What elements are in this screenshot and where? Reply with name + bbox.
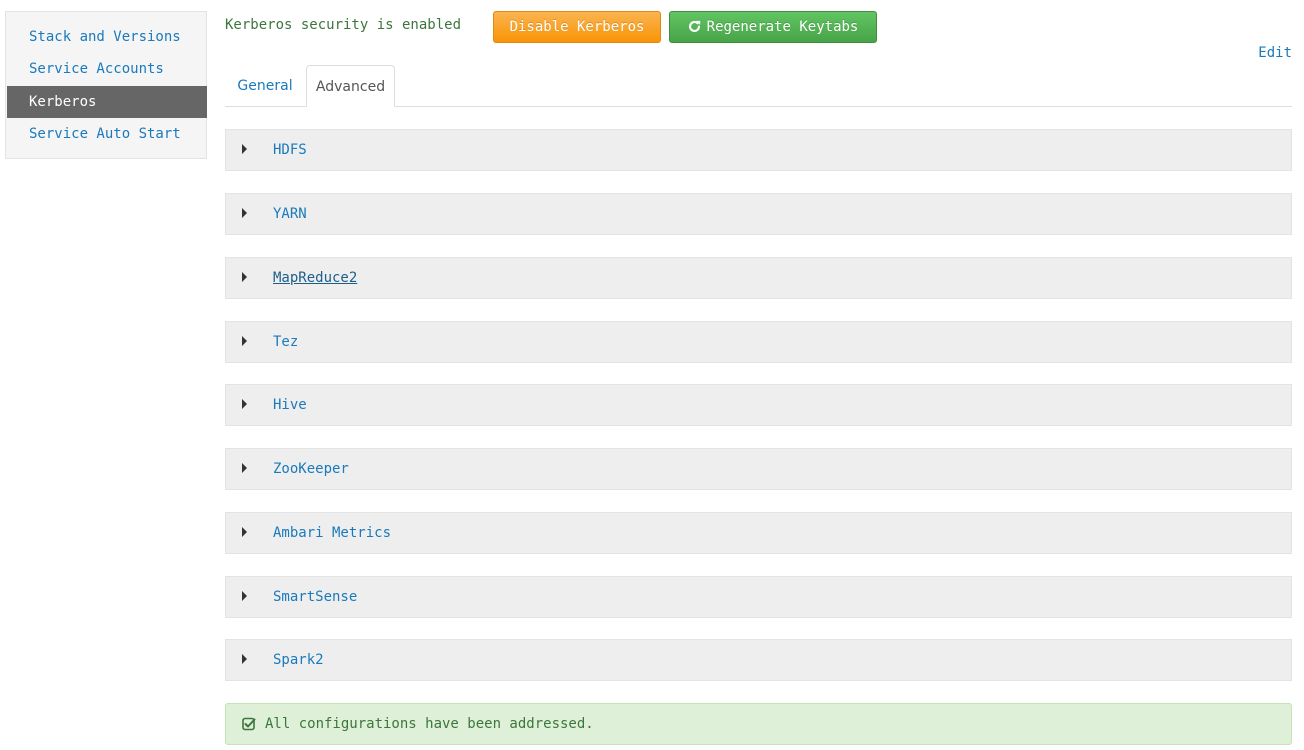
panel-label: Hive bbox=[273, 397, 307, 413]
panel-label: SmartSense bbox=[273, 589, 358, 605]
panel-label: HDFS bbox=[273, 142, 307, 158]
panel-label: Tez bbox=[273, 334, 299, 350]
panel-label: Spark2 bbox=[273, 652, 324, 668]
panel-zookeeper[interactable]: ZooKeeper bbox=[225, 448, 1292, 490]
caret-right-icon bbox=[242, 144, 247, 154]
caret-right-icon bbox=[242, 527, 247, 537]
tab-general[interactable]: General bbox=[225, 65, 305, 107]
sidebar-item-kerberos[interactable]: Kerberos bbox=[7, 86, 207, 118]
tab-bar: General Advanced bbox=[225, 65, 1292, 107]
panel-hdfs[interactable]: HDFS bbox=[225, 129, 1292, 171]
caret-right-icon bbox=[242, 591, 247, 601]
disable-kerberos-button[interactable]: Disable Kerberos bbox=[493, 11, 661, 43]
caret-right-icon bbox=[242, 272, 247, 282]
panel-label: YARN bbox=[273, 206, 307, 222]
panel-ambari-metrics[interactable]: Ambari Metrics bbox=[225, 512, 1292, 554]
caret-right-icon bbox=[242, 399, 247, 409]
panel-yarn[interactable]: YARN bbox=[225, 193, 1292, 235]
panel-mapreduce2[interactable]: MapReduce2 bbox=[225, 257, 1292, 299]
admin-sidebar: Stack and Versions Service Accounts Kerb… bbox=[5, 11, 207, 159]
sidebar-item-service-auto-start[interactable]: Service Auto Start bbox=[7, 118, 207, 150]
check-square-icon bbox=[242, 717, 256, 731]
disable-kerberos-label: Disable Kerberos bbox=[509, 19, 645, 35]
caret-right-icon bbox=[242, 654, 247, 664]
panel-hive[interactable]: Hive bbox=[225, 384, 1292, 426]
panel-tez[interactable]: Tez bbox=[225, 321, 1292, 363]
refresh-icon bbox=[688, 20, 700, 32]
sidebar-item-service-accounts[interactable]: Service Accounts bbox=[7, 53, 207, 85]
regenerate-keytabs-label: Regenerate Keytabs bbox=[706, 19, 859, 35]
regenerate-keytabs-button[interactable]: Regenerate Keytabs bbox=[669, 11, 877, 43]
success-alert: All configurations have been addressed. bbox=[225, 703, 1292, 745]
alert-text: All configurations have been addressed. bbox=[265, 716, 594, 732]
tab-advanced[interactable]: Advanced bbox=[306, 65, 395, 107]
caret-right-icon bbox=[242, 208, 247, 218]
kerberos-status-text: Kerberos security is enabled bbox=[225, 17, 462, 33]
panel-label: ZooKeeper bbox=[273, 461, 349, 477]
panel-label: Ambari Metrics bbox=[273, 525, 392, 541]
caret-right-icon bbox=[242, 336, 247, 346]
panel-label: MapReduce2 bbox=[273, 270, 358, 286]
caret-right-icon bbox=[242, 463, 247, 473]
edit-link[interactable]: Edit bbox=[1258, 45, 1292, 61]
panel-spark2[interactable]: Spark2 bbox=[225, 639, 1292, 681]
panel-smartsense[interactable]: SmartSense bbox=[225, 576, 1292, 618]
sidebar-item-stack-and-versions[interactable]: Stack and Versions bbox=[7, 21, 207, 53]
